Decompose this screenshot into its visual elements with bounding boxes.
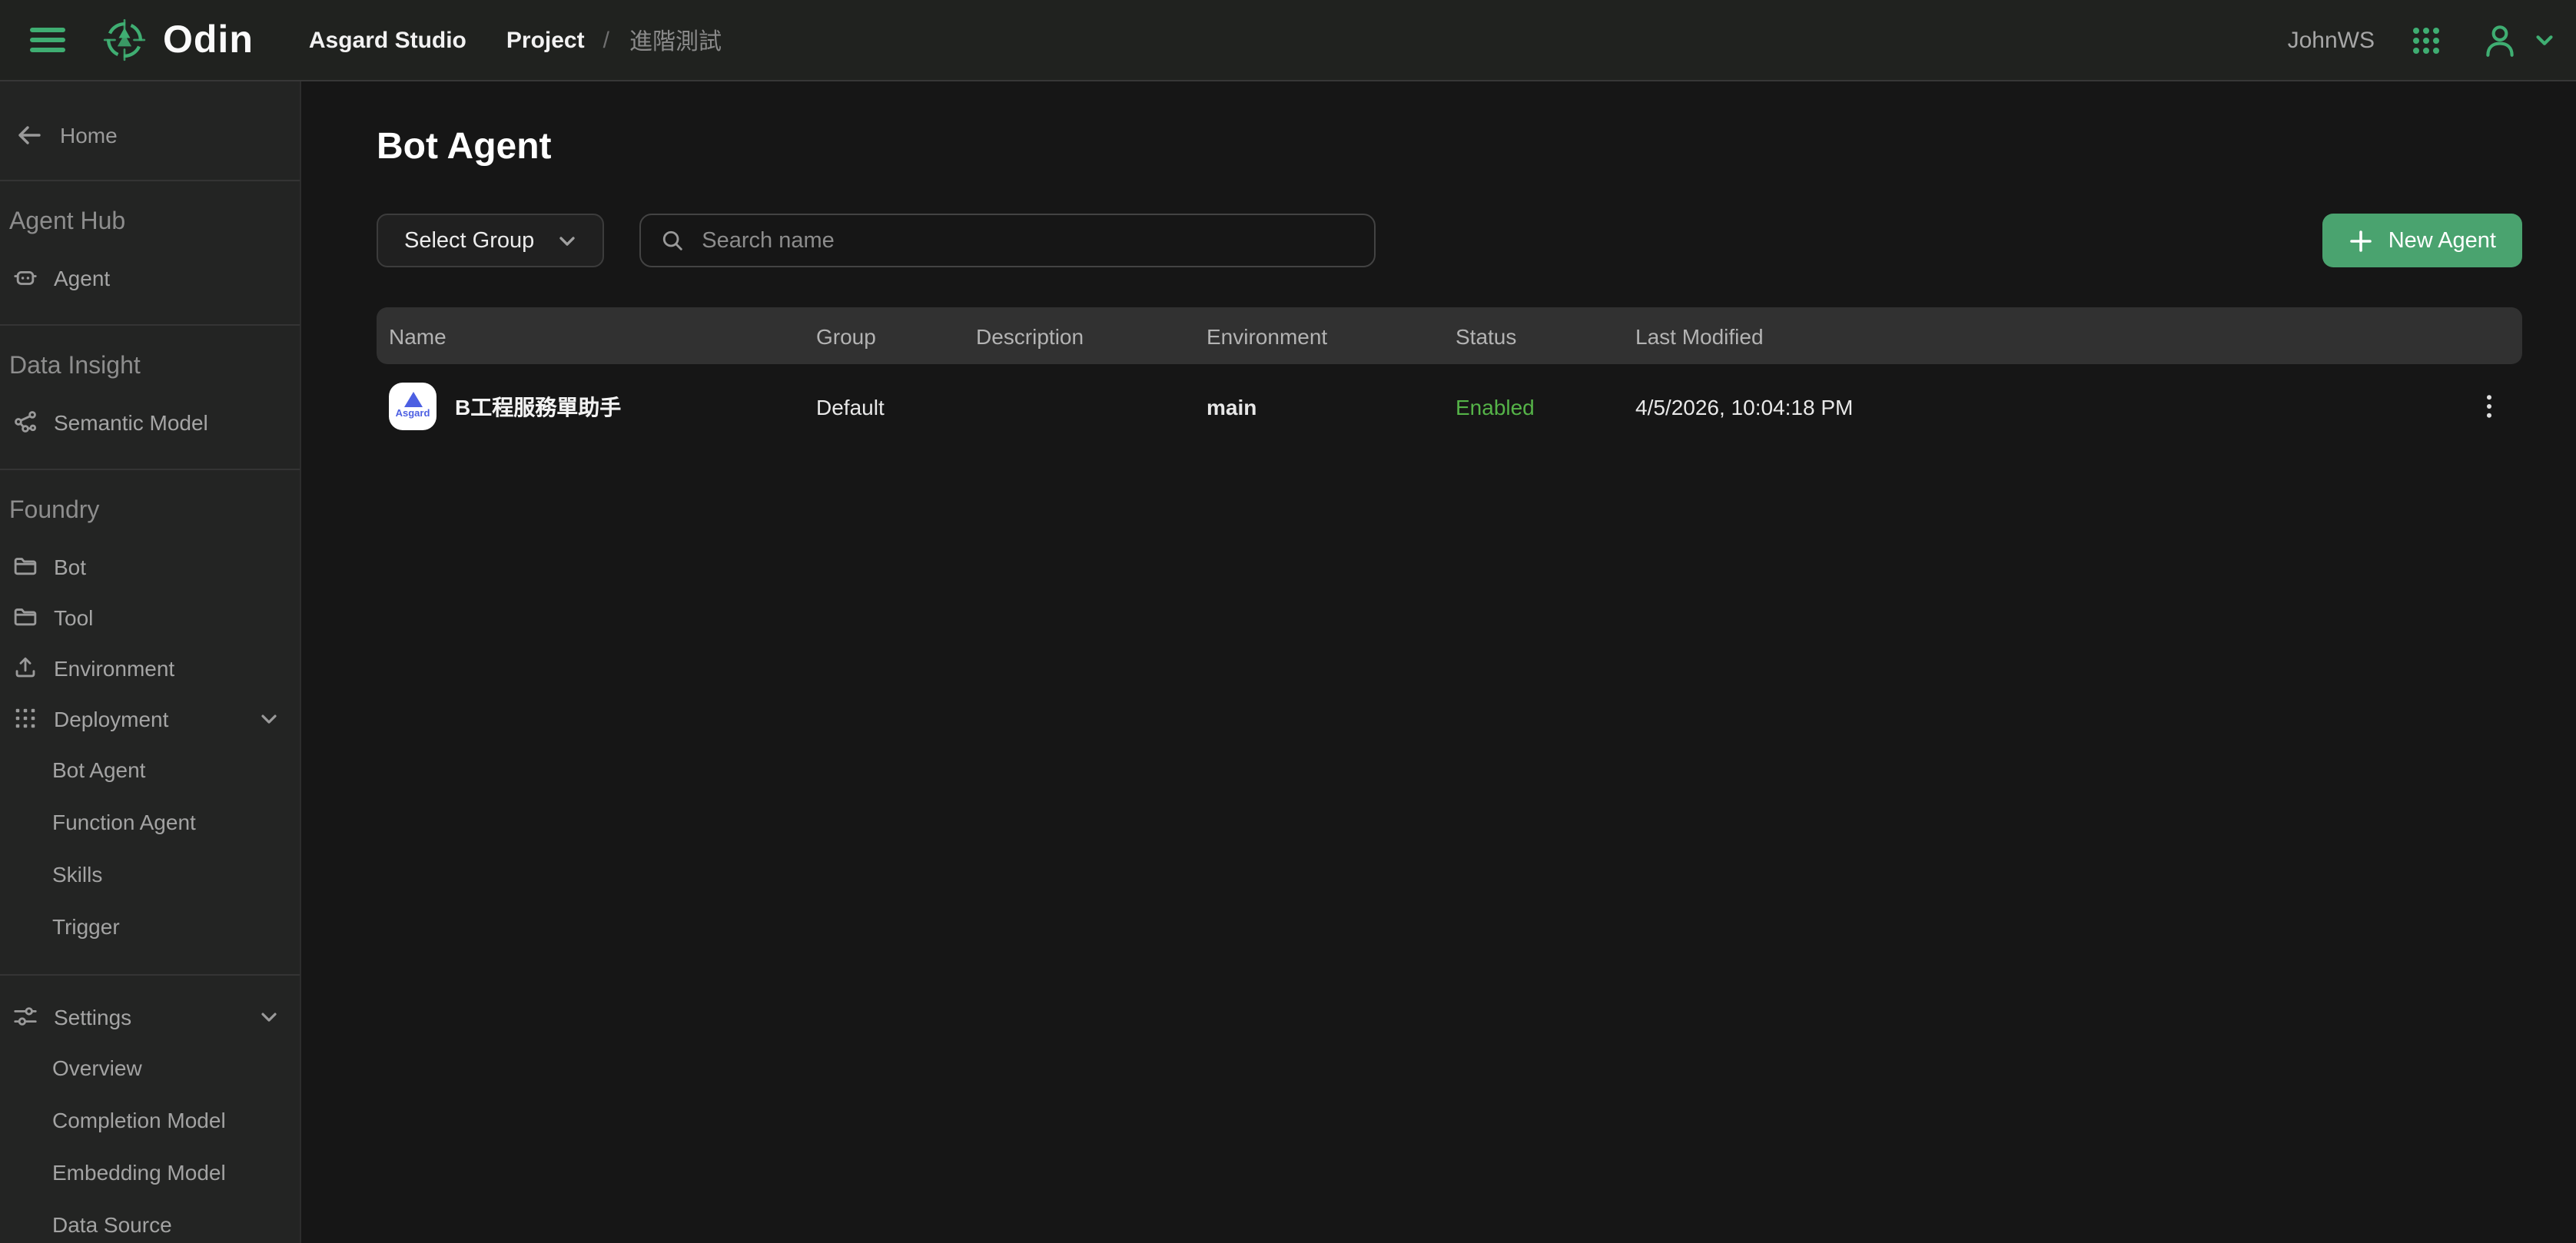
odin-logo-icon (101, 17, 148, 63)
section-heading-foundry: Foundry (0, 479, 300, 541)
agent-status-badge: Enabled (1443, 394, 1623, 419)
nav-asgard-studio[interactable]: Asgard Studio (309, 27, 466, 53)
agent-name: B工程服務單助手 (455, 391, 621, 422)
column-header-group: Group (804, 323, 964, 348)
grid-dots-icon (12, 705, 38, 731)
app-root: Odin Asgard Studio Project / 進階測試 JohnWS (0, 0, 2576, 1243)
robot-icon (12, 264, 38, 290)
sidebar-item-deployment[interactable]: Deployment (0, 693, 300, 744)
section-heading-data-insight: Data Insight (0, 335, 300, 396)
sidebar: Home Agent Hub Agent (0, 81, 301, 1243)
hamburger-icon (28, 25, 68, 55)
group-select-dropdown[interactable]: Select Group (377, 214, 603, 267)
sidebar-item-semantic-model-label: Semantic Model (54, 409, 208, 434)
breadcrumb-current-project: 進階測試 (629, 24, 722, 56)
sidebar-item-agent-label: Agent (54, 265, 110, 290)
apps-grid-icon (2410, 24, 2442, 56)
sidebar-subitem-function-agent[interactable]: Function Agent (0, 796, 300, 848)
column-header-last-modified: Last Modified (1623, 323, 2461, 348)
topbar-right: JohnWS (2288, 18, 2561, 62)
chevron-down-icon (257, 1004, 281, 1029)
sidebar-item-bot-label: Bot (54, 554, 86, 578)
table-row[interactable]: Asgard B工程服務單助手 Default main Enabled 4/5… (377, 364, 2522, 449)
column-header-environment: Environment (1194, 323, 1443, 348)
user-icon (2481, 21, 2519, 59)
agent-avatar: Asgard (389, 383, 437, 430)
sidebar-subitem-bot-agent[interactable]: Bot Agent (0, 744, 300, 796)
new-agent-button[interactable]: New Agent (2322, 214, 2522, 267)
new-agent-label: New Agent (2388, 228, 2496, 253)
sliders-icon (12, 1003, 38, 1029)
column-header-description: Description (964, 323, 1194, 348)
kebab-icon (2478, 392, 2501, 421)
section-agent-hub: Agent Hub Agent (0, 181, 300, 324)
agent-table: Name Group Description Environment Statu… (377, 307, 2522, 449)
sidebar-item-environment[interactable]: Environment (0, 642, 300, 693)
sidebar-item-tool[interactable]: Tool (0, 592, 300, 642)
network-nodes-icon (12, 409, 38, 435)
product-name: Odin (163, 18, 254, 62)
sidebar-item-agent[interactable]: Agent (0, 252, 300, 303)
column-header-status: Status (1443, 323, 1623, 348)
shell: Home Agent Hub Agent (0, 81, 2576, 1243)
sidebar-item-settings-label: Settings (54, 1004, 131, 1029)
brand[interactable]: Odin (101, 17, 254, 63)
breadcrumb-separator: / (603, 27, 609, 53)
chevron-down-icon (2531, 27, 2558, 53)
topbar: Odin Asgard Studio Project / 進階測試 JohnWS (0, 0, 2576, 81)
back-arrow-icon (15, 121, 43, 149)
agent-environment: main (1194, 394, 1443, 419)
group-select-label: Select Group (404, 228, 534, 253)
chevron-down-icon (257, 706, 281, 731)
folder-icon (12, 553, 38, 579)
upload-icon (12, 655, 38, 681)
section-settings: Settings Overview Completion Model Embed… (0, 976, 300, 1243)
sidebar-item-environment-label: Environment (54, 655, 174, 680)
sidebar-home-label: Home (60, 123, 118, 148)
sidebar-subitem-trigger[interactable]: Trigger (0, 900, 300, 953)
chevron-down-icon (554, 228, 579, 253)
search-icon (659, 227, 685, 254)
sidebar-subitem-embedding-model[interactable]: Embedding Model (0, 1146, 300, 1198)
sidebar-subitem-data-source[interactable]: Data Source (0, 1198, 300, 1243)
sidebar-subitem-skills[interactable]: Skills (0, 848, 300, 900)
sidebar-subitem-completion-model[interactable]: Completion Model (0, 1094, 300, 1146)
sidebar-item-tool-label: Tool (54, 605, 93, 629)
agent-actions-cell (2461, 386, 2522, 427)
sidebar-home-link[interactable]: Home (0, 81, 300, 180)
section-data-insight: Data Insight Semantic Model (0, 326, 300, 469)
sidebar-item-deployment-label: Deployment (54, 706, 168, 731)
user-menu-button[interactable] (2478, 18, 2561, 62)
sidebar-subitem-overview[interactable]: Overview (0, 1042, 300, 1094)
top-nav: Asgard Studio Project / 進階測試 (309, 24, 722, 56)
controls-row: Select Group (377, 214, 2522, 267)
sidebar-item-semantic-model[interactable]: Semantic Model (0, 396, 300, 447)
section-foundry: Foundry Bot (0, 470, 300, 974)
sidebar-item-settings[interactable]: Settings (0, 991, 300, 1042)
search-input[interactable] (699, 227, 1355, 254)
plus-icon (2349, 228, 2373, 253)
section-heading-agent-hub: Agent Hub (0, 191, 300, 252)
table-header-row: Name Group Description Environment Statu… (377, 307, 2522, 364)
asgard-triangle-icon (403, 393, 422, 408)
folder-icon (12, 604, 38, 630)
username: JohnWS (2288, 27, 2375, 53)
nav-project[interactable]: Project (506, 27, 585, 53)
agent-group: Default (804, 394, 964, 419)
hamburger-menu-button[interactable] (22, 18, 74, 61)
apps-grid-button[interactable] (2407, 21, 2445, 59)
row-actions-kebab-button[interactable] (2471, 386, 2507, 427)
sidebar-item-bot[interactable]: Bot (0, 541, 300, 592)
column-header-name: Name (377, 323, 804, 348)
main-content: Bot Agent Select Group (301, 81, 2576, 1243)
search-box (639, 214, 1375, 267)
agent-last-modified: 4/5/2026, 10:04:18 PM (1623, 394, 2461, 419)
page-title: Bot Agent (377, 126, 2522, 169)
agent-name-cell: Asgard B工程服務單助手 (377, 383, 804, 430)
avatar-label: Asgard (396, 411, 430, 421)
